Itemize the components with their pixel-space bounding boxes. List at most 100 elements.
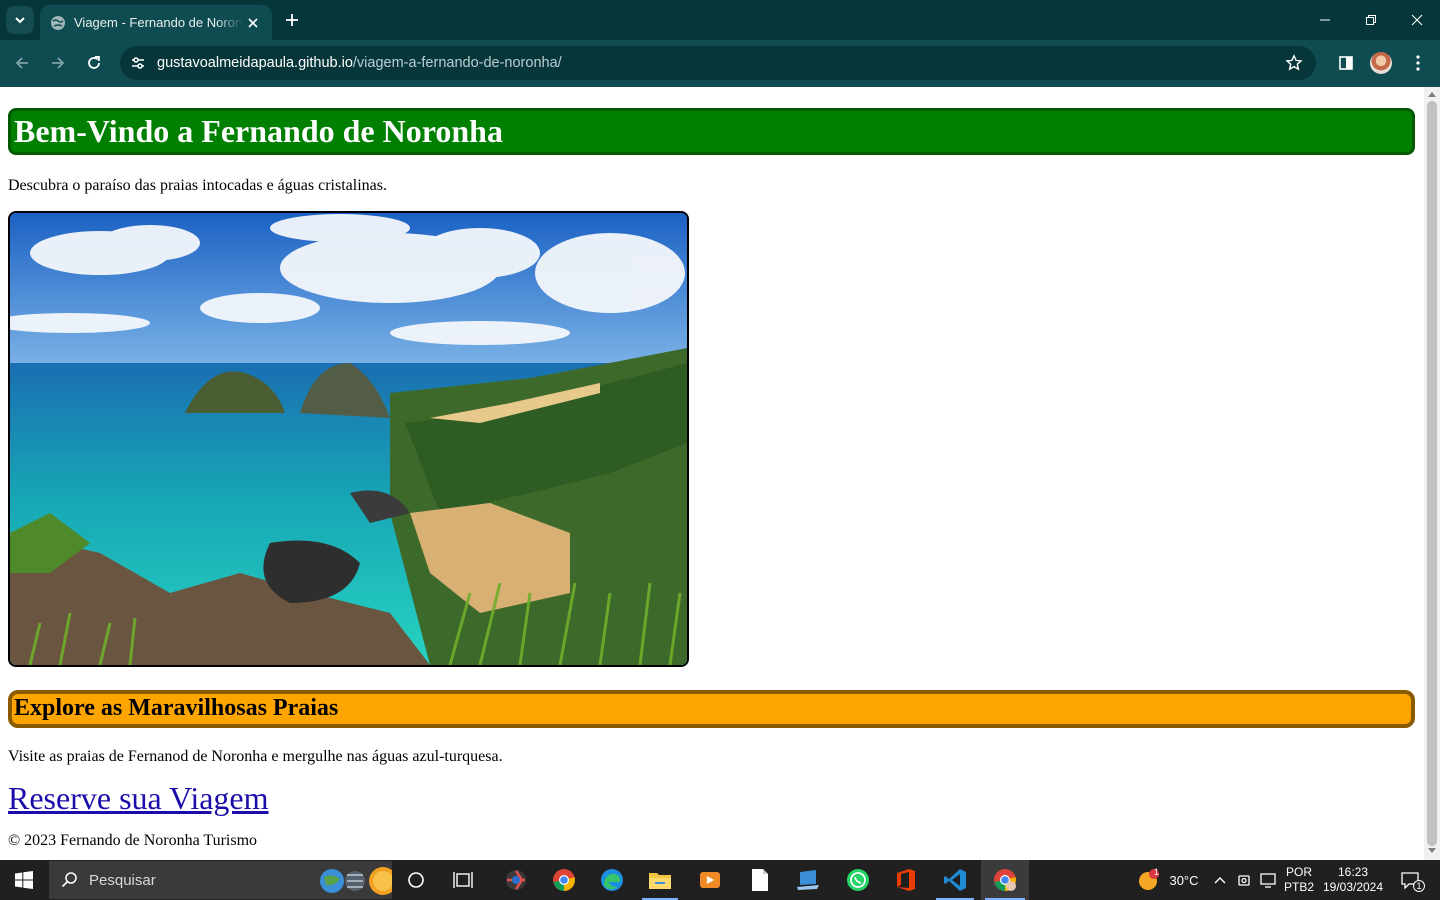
arrow-right-icon bbox=[52, 57, 65, 69]
active-tab[interactable]: Viagem - Fernando de Noronha bbox=[40, 5, 272, 40]
windows-taskbar: Pesquisar 1 30°C POR PTB2 16:23 19/03/20… bbox=[0, 860, 1440, 900]
network-button[interactable] bbox=[1258, 860, 1280, 900]
meet-now-icon-button[interactable] bbox=[1234, 860, 1256, 900]
circle-icon bbox=[408, 872, 424, 888]
chevron-up-icon bbox=[1214, 877, 1226, 884]
taskbar-app-notepad[interactable] bbox=[738, 860, 782, 900]
browser-tab-strip: Viagem - Fernando de Noronha bbox=[0, 0, 1440, 40]
footer-text: © 2023 Fernando de Noronha Turismo bbox=[8, 832, 258, 849]
scroll-thumb[interactable] bbox=[1427, 101, 1437, 846]
side-panel-icon bbox=[1339, 56, 1353, 70]
tab-title: Viagem - Fernando de Noronha bbox=[74, 15, 242, 30]
chrome-profile-icon bbox=[994, 869, 1016, 891]
close-icon bbox=[248, 17, 258, 28]
taskbar-search[interactable]: Pesquisar bbox=[49, 861, 392, 899]
forward-button[interactable] bbox=[43, 48, 73, 78]
vscode-icon bbox=[944, 869, 966, 891]
url-path: /viagem-a-fernando-de-noronha/ bbox=[352, 55, 562, 71]
show-hidden-icons[interactable] bbox=[1210, 860, 1230, 900]
aperture-icon bbox=[506, 870, 526, 890]
scroll-up-arrow[interactable] bbox=[1428, 92, 1436, 97]
scroll-down-arrow[interactable] bbox=[1428, 848, 1436, 853]
tab-search-button[interactable] bbox=[6, 6, 34, 34]
section-title: Explore as Maravilhosas Praias bbox=[14, 695, 339, 721]
page-title: Bem-Vindo a Fernando de Noronha bbox=[14, 113, 503, 149]
start-button[interactable] bbox=[0, 860, 48, 900]
task-view-icon bbox=[453, 872, 473, 888]
clock-date: 19/03/2024 bbox=[1322, 880, 1384, 894]
close-window-button[interactable] bbox=[1394, 0, 1440, 40]
globe-icon bbox=[51, 15, 65, 30]
book-trip-link[interactable]: Reserve sua Viagem bbox=[8, 780, 269, 817]
restore-icon bbox=[1366, 15, 1376, 25]
plus-icon bbox=[286, 14, 298, 26]
clock-time: 16:23 bbox=[1337, 865, 1369, 879]
search-icon bbox=[61, 872, 77, 888]
weather-widget[interactable]: 1 30°C bbox=[1134, 860, 1202, 900]
menu-button[interactable] bbox=[1405, 50, 1431, 76]
language-indicator[interactable]: POR PTB2 bbox=[1283, 860, 1315, 900]
vertical-scrollbar[interactable] bbox=[1424, 87, 1440, 860]
office-icon bbox=[897, 869, 915, 891]
task-view-button[interactable] bbox=[443, 860, 483, 900]
taskbar-app-media-player[interactable] bbox=[688, 860, 732, 900]
edge-icon bbox=[601, 869, 623, 891]
minimize-button[interactable] bbox=[1302, 0, 1348, 40]
search-highlight-icon bbox=[320, 867, 392, 895]
taskbar-app-office[interactable] bbox=[884, 860, 928, 900]
reload-button[interactable] bbox=[79, 48, 109, 78]
taskbar-app-davinci[interactable] bbox=[494, 860, 538, 900]
landscape-image bbox=[10, 213, 687, 665]
taskbar-app-file-explorer[interactable] bbox=[638, 860, 682, 900]
language-code: POR bbox=[1285, 865, 1312, 879]
chevron-down-icon bbox=[15, 17, 25, 24]
reload-icon bbox=[88, 55, 100, 69]
notification-center-button[interactable]: 1 bbox=[1392, 860, 1428, 900]
url-text: gustavoalmeidapaula.github.io/viagem-a-f… bbox=[157, 55, 562, 71]
taskbar-app-whatsapp[interactable] bbox=[836, 860, 880, 900]
beach-photo bbox=[8, 211, 689, 667]
more-vertical-icon bbox=[1416, 55, 1420, 71]
clock[interactable]: 16:23 19/03/2024 bbox=[1320, 860, 1386, 900]
keyboard-layout: PTB2 bbox=[1283, 880, 1314, 894]
network-icon bbox=[1260, 873, 1276, 888]
site-info-button[interactable] bbox=[123, 48, 153, 78]
url-host: gustavoalmeidapaula.github.io bbox=[157, 55, 353, 71]
weather-badge: 1 bbox=[1154, 867, 1160, 877]
media-player-icon bbox=[700, 872, 720, 888]
search-placeholder: Pesquisar bbox=[89, 871, 156, 889]
notification-badge: 1 bbox=[1413, 880, 1425, 892]
taskbar-app-edge[interactable] bbox=[590, 860, 634, 900]
intro-text: Descubra o paraíso das praias intocadas … bbox=[8, 177, 387, 194]
address-bar[interactable]: gustavoalmeidapaula.github.io/viagem-a-f… bbox=[120, 46, 1316, 80]
taskbar-app-chrome[interactable] bbox=[542, 860, 586, 900]
section-banner: Explore as Maravilhosas Praias bbox=[8, 690, 1415, 728]
taskbar-app-remote[interactable] bbox=[786, 860, 830, 900]
side-panel-button[interactable] bbox=[1333, 50, 1359, 76]
restore-button[interactable] bbox=[1348, 0, 1394, 40]
windows-logo-icon bbox=[15, 871, 33, 889]
camera-icon bbox=[1238, 875, 1250, 886]
profile-avatar[interactable] bbox=[1370, 52, 1392, 74]
document-icon bbox=[752, 869, 768, 891]
weather-temp: 30°C bbox=[1169, 872, 1199, 888]
folder-icon bbox=[649, 873, 671, 889]
star-icon bbox=[1285, 54, 1303, 71]
whatsapp-icon bbox=[847, 869, 869, 891]
laptop-icon bbox=[797, 870, 819, 890]
new-tab-button[interactable] bbox=[280, 8, 304, 32]
taskbar-app-chrome-active[interactable] bbox=[981, 860, 1029, 900]
arrow-left-icon bbox=[15, 57, 28, 69]
tune-icon bbox=[132, 57, 144, 69]
minimize-icon bbox=[1320, 19, 1330, 21]
section-text: Visite as praias de Fernanod de Noronha … bbox=[8, 748, 503, 765]
cortana-button[interactable] bbox=[396, 860, 436, 900]
back-button[interactable] bbox=[7, 48, 37, 78]
taskbar-app-vscode[interactable] bbox=[932, 860, 978, 900]
page-viewport: Bem-Vindo a Fernando de Noronha Descubra… bbox=[0, 87, 1424, 860]
browser-toolbar: gustavoalmeidapaula.github.io/viagem-a-f… bbox=[0, 40, 1440, 87]
chrome-icon bbox=[553, 869, 575, 891]
tab-close-button[interactable] bbox=[244, 14, 262, 32]
close-icon bbox=[1411, 14, 1423, 26]
bookmark-button[interactable] bbox=[1282, 51, 1306, 75]
